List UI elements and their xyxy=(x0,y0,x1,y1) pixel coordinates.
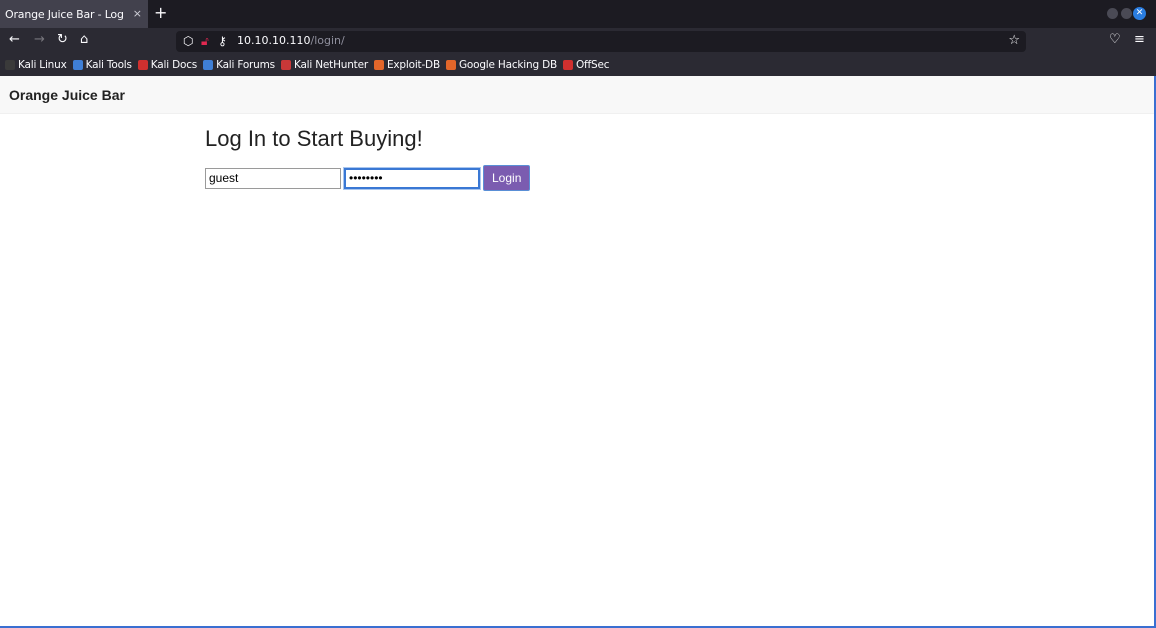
site-brand[interactable]: Orange Juice Bar xyxy=(9,87,125,103)
bookmark-favicon-icon xyxy=(445,60,456,70)
bookmark-favicon-icon xyxy=(562,60,573,70)
bookmark-favicon-icon xyxy=(72,60,83,70)
bookmark-label: Kali NetHunter xyxy=(293,59,368,71)
home-icon[interactable]: ⌂ xyxy=(80,32,88,48)
url-path: /login/ xyxy=(310,34,345,47)
login-button[interactable]: Login xyxy=(483,165,531,191)
bookmark-label: Kali Docs xyxy=(150,59,198,71)
url-text[interactable]: 10.10.10.110/login/ xyxy=(237,34,345,48)
bookmark-favicon-icon xyxy=(137,60,148,70)
bookmark-label: Google Hacking DB xyxy=(458,59,557,71)
bookmark-favicon-icon xyxy=(5,60,15,70)
insecure-lock-icon[interactable]: 🔓︎ xyxy=(201,33,209,49)
url-bar[interactable]: ⬡ 🔓︎ ⚷ 10.10.10.110/login/ ☆ xyxy=(176,31,1026,52)
bookmark-favicon-icon xyxy=(203,60,214,70)
bookmarks-bar: Kali Linux Kali Tools Kali Docs Kali Forums… xyxy=(0,54,1156,76)
bookmark-item[interactable]: Kali Linux xyxy=(5,59,67,71)
browser-window: Orange Juice Bar - Log In × + ✕ ← → ↻ ⌂ … xyxy=(0,0,1156,628)
login-section: Log In to Start Buying! Login xyxy=(205,126,531,191)
back-icon[interactable]: ← xyxy=(9,32,20,48)
page-content: Orange Juice Bar Log In to Start Buying!… xyxy=(0,76,1156,628)
login-heading: Log In to Start Buying! xyxy=(205,126,423,151)
bookmark-star-icon[interactable]: ☆ xyxy=(1008,33,1020,49)
url-host: 10.10.10.110 xyxy=(237,34,311,47)
minimize-button[interactable] xyxy=(1107,8,1118,19)
shield-icon[interactable]: ⬡ xyxy=(183,33,193,49)
password-input[interactable] xyxy=(343,166,481,190)
bookmark-item[interactable]: Exploit-DB xyxy=(373,59,440,71)
tab-close-icon[interactable]: × xyxy=(133,7,142,21)
tab-active[interactable]: Orange Juice Bar - Log In × xyxy=(0,0,148,28)
bookmark-favicon-icon xyxy=(280,60,291,70)
bookmark-label: Exploit-DB xyxy=(386,59,440,71)
bookmark-label: Kali Tools xyxy=(85,59,132,71)
new-tab-button[interactable]: + xyxy=(154,5,167,21)
reload-icon[interactable]: ↻ xyxy=(57,32,68,48)
menu-icon[interactable]: ≡ xyxy=(1134,32,1145,48)
forward-icon[interactable]: → xyxy=(34,32,45,48)
navigation-bar: ← → ↻ ⌂ ⬡ 🔓︎ ⚷ 10.10.10.110/login/ ☆ ♡ ≡ xyxy=(0,28,1156,54)
site-header: Orange Juice Bar xyxy=(0,76,1154,114)
username-input[interactable] xyxy=(205,167,341,189)
bookmark-item[interactable]: Google Hacking DB xyxy=(445,59,557,71)
key-icon[interactable]: ⚷ xyxy=(218,33,227,49)
tab-title: Orange Juice Bar - Log In xyxy=(5,7,125,21)
login-form: Login xyxy=(205,165,531,191)
bookmark-label: Kali Forums xyxy=(216,59,275,71)
window-close-button[interactable]: ✕ xyxy=(1133,7,1146,20)
bookmark-item[interactable]: Kali Docs xyxy=(137,59,198,71)
bookmark-item[interactable]: Kali Tools xyxy=(72,59,132,71)
pocket-icon[interactable]: ♡ xyxy=(1109,32,1121,48)
bookmark-item[interactable]: Kali Forums xyxy=(203,59,275,71)
bookmark-item[interactable]: Kali NetHunter xyxy=(280,59,368,71)
maximize-button[interactable] xyxy=(1121,8,1132,19)
bookmark-item[interactable]: OffSec xyxy=(562,59,610,71)
bookmark-label: OffSec xyxy=(575,59,610,71)
bookmark-favicon-icon xyxy=(373,60,384,70)
tab-strip: Orange Juice Bar - Log In × + ✕ xyxy=(0,0,1156,28)
bookmark-label: Kali Linux xyxy=(18,59,67,71)
